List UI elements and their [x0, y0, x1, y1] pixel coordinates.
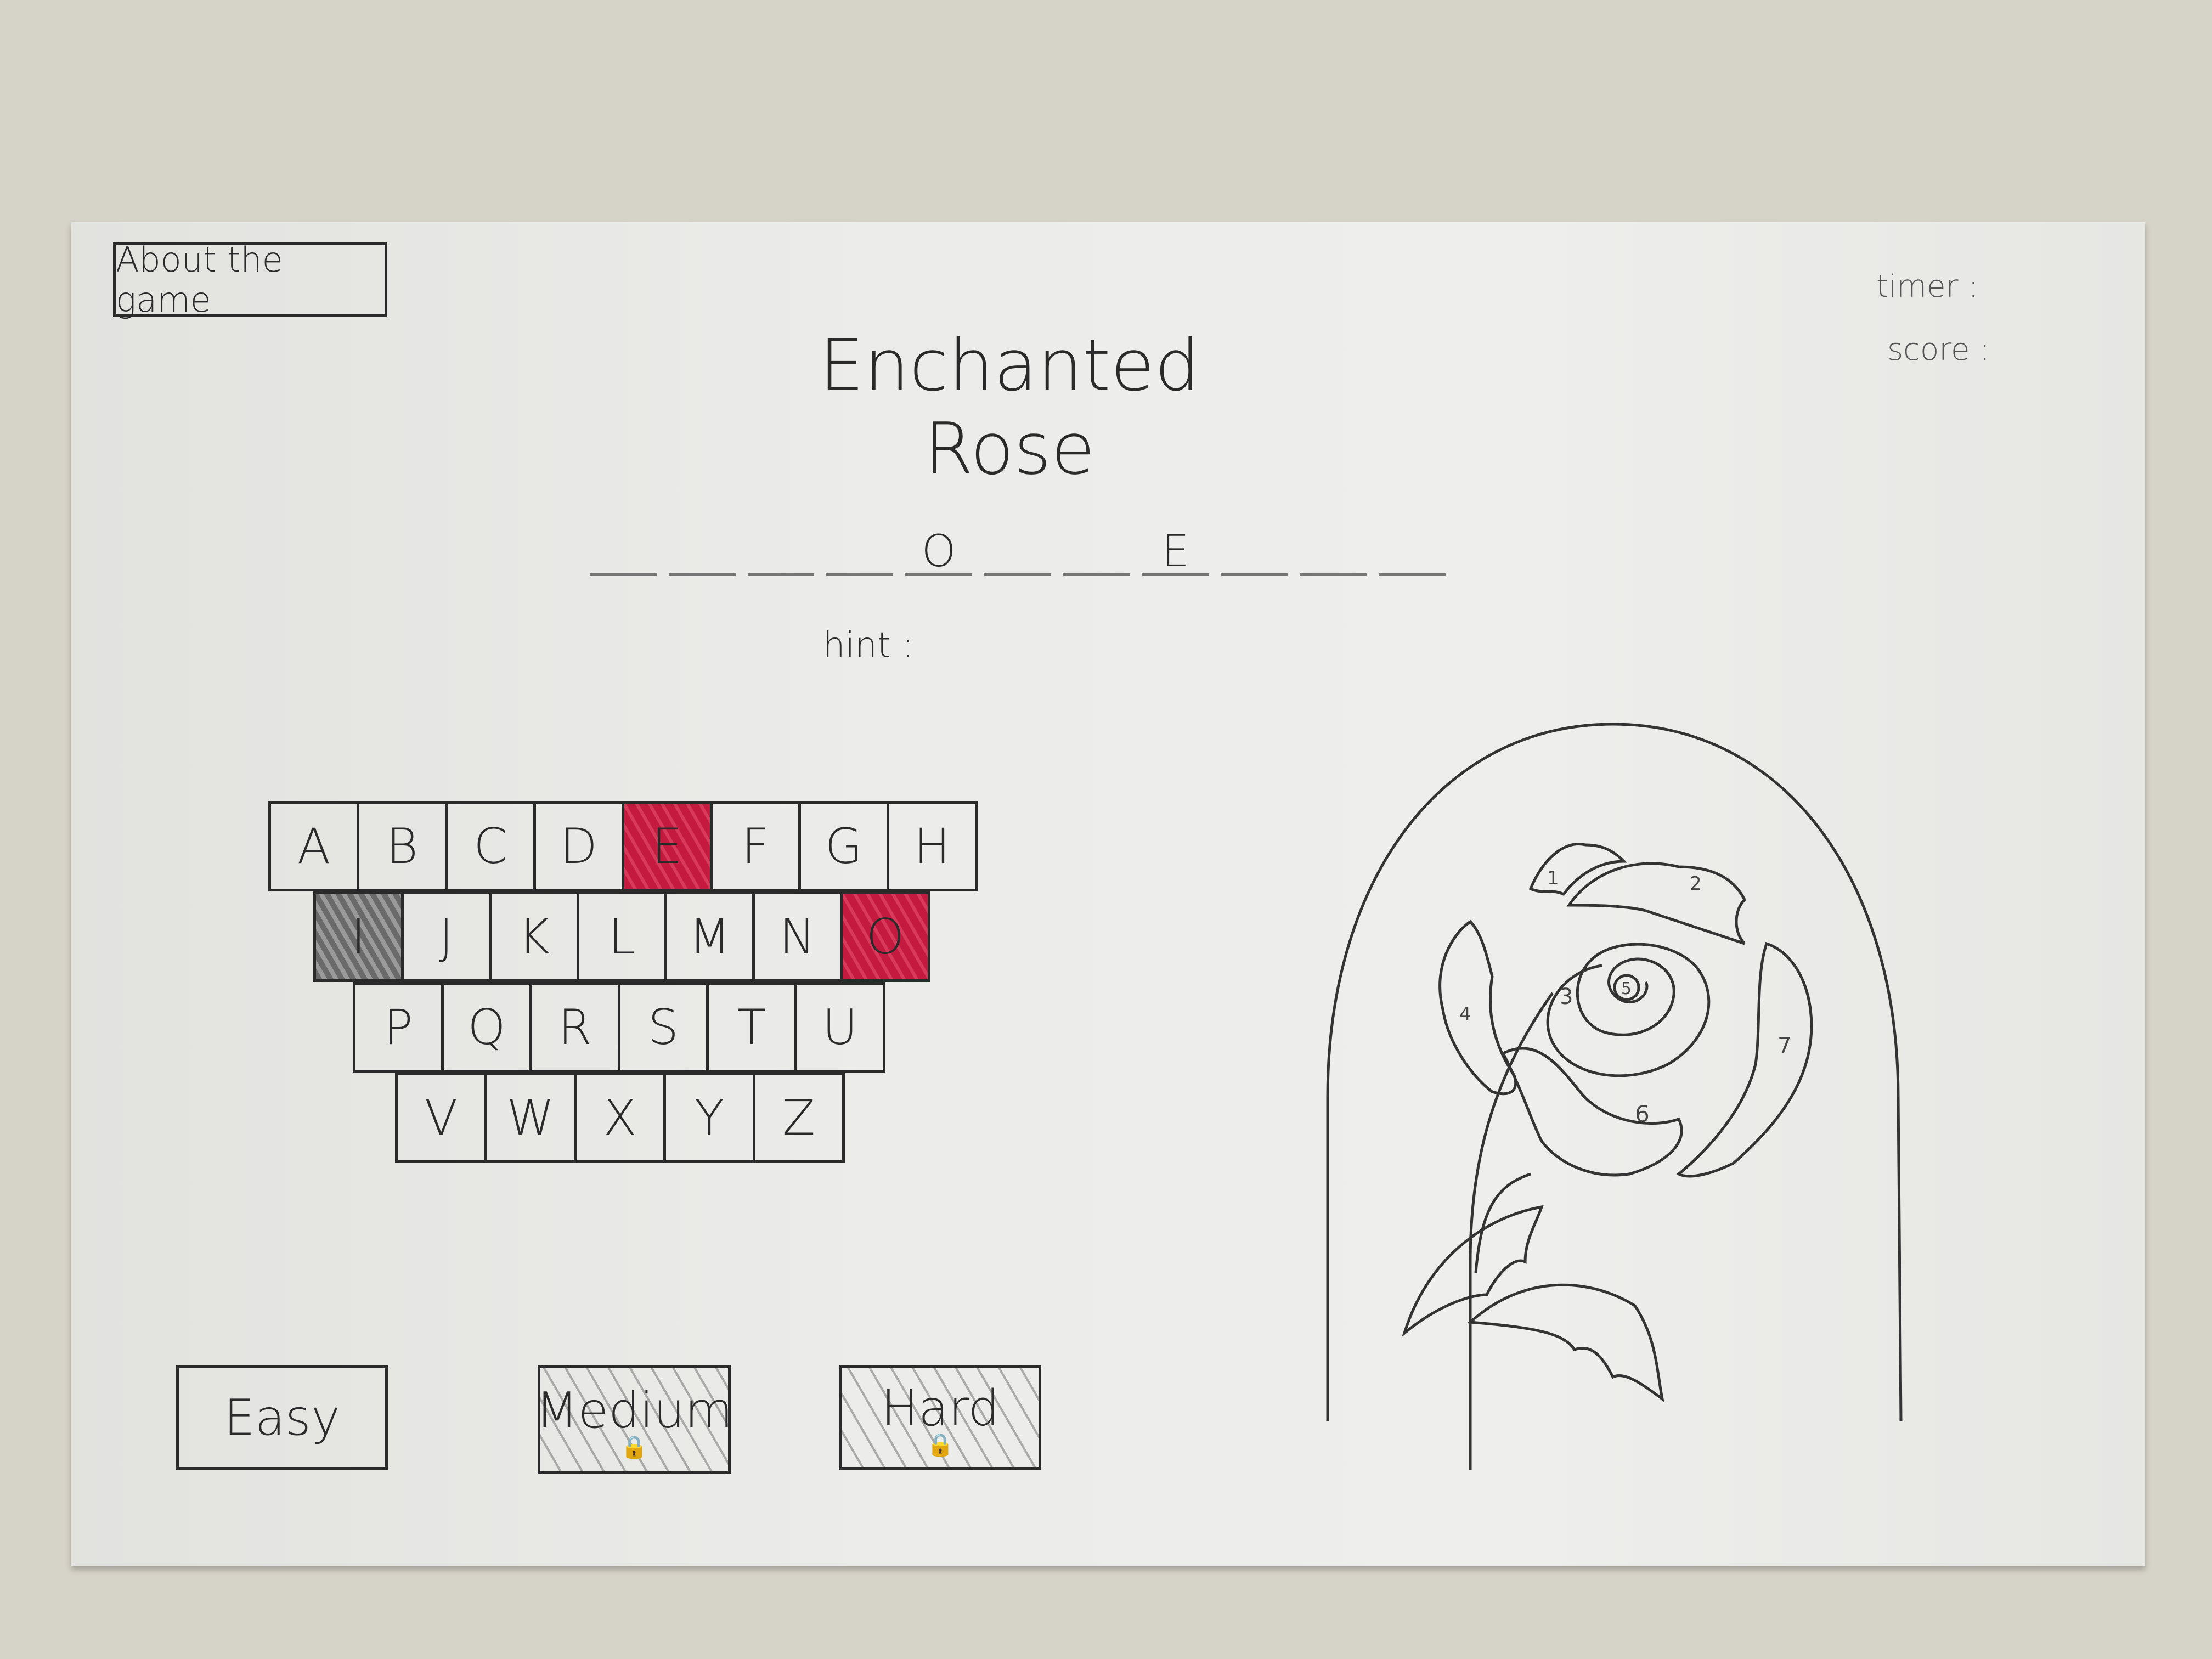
rose-illustration: 1 2 3 4 5 6 7	[1326, 723, 1903, 1470]
letter-slot	[668, 527, 736, 576]
score-label: score :	[1887, 332, 1990, 368]
key-w[interactable]: W	[484, 1073, 577, 1163]
key-m[interactable]: M	[664, 891, 755, 982]
key-h[interactable]: H	[887, 801, 978, 891]
key-s[interactable]: S	[618, 982, 709, 1073]
game-title: Enchanted Rose	[819, 324, 1200, 490]
hard-level-button[interactable]: Hard 🔒	[839, 1365, 1041, 1470]
level-label: Easy	[223, 1389, 341, 1447]
leaf-left	[1402, 1205, 1544, 1338]
key-c[interactable]: C	[445, 801, 536, 891]
petal-1	[1528, 843, 1628, 896]
petal-number: 3	[1559, 984, 1573, 1009]
key-g[interactable]: G	[798, 801, 889, 891]
easy-level-button[interactable]: Easy	[176, 1365, 388, 1470]
petal-2	[1566, 862, 1747, 945]
key-v[interactable]: V	[395, 1073, 487, 1163]
petal-number: 2	[1690, 873, 1702, 895]
petal-number: 4	[1459, 1003, 1471, 1025]
petal-6	[1501, 1047, 1683, 1177]
key-z[interactable]: Z	[753, 1073, 845, 1163]
key-i[interactable]: I	[313, 891, 404, 982]
letter-slot: E	[1142, 527, 1209, 576]
letter-slot	[984, 527, 1051, 576]
key-k[interactable]: K	[489, 891, 579, 982]
petal-number: 6	[1635, 1101, 1650, 1127]
letter-slot	[1063, 527, 1130, 576]
key-x[interactable]: X	[574, 1073, 666, 1163]
key-t[interactable]: T	[706, 982, 797, 1073]
letter-slot: O	[905, 527, 973, 576]
key-p[interactable]: P	[353, 982, 444, 1073]
key-d[interactable]: D	[533, 801, 624, 891]
key-o[interactable]: O	[840, 891, 930, 982]
leaf-right	[1467, 1283, 1664, 1402]
key-u[interactable]: U	[794, 982, 885, 1073]
petal-number: 1	[1547, 867, 1559, 889]
word-blanks: OE	[590, 527, 1446, 576]
key-n[interactable]: N	[752, 891, 843, 982]
rose-stem	[1469, 992, 1554, 1470]
petal-7	[1676, 941, 1813, 1178]
key-y[interactable]: Y	[663, 1073, 755, 1163]
letter-slot	[1379, 527, 1446, 576]
letter-slot	[747, 527, 815, 576]
key-l[interactable]: L	[577, 891, 667, 982]
letter-slot	[826, 527, 894, 576]
petal-3-spiral	[1546, 943, 1711, 1077]
glass-dome	[1326, 723, 1903, 1421]
level-label: Medium	[535, 1381, 733, 1440]
key-b[interactable]: B	[357, 801, 448, 891]
about-the-game-button[interactable]: About the game	[113, 240, 387, 320]
key-a[interactable]: A	[268, 801, 359, 891]
key-q[interactable]: Q	[441, 982, 532, 1073]
lock-icon: 🔒	[927, 1432, 954, 1458]
medium-level-button[interactable]: Medium 🔒	[535, 1365, 733, 1474]
key-f[interactable]: F	[710, 801, 801, 891]
level-label: Hard	[881, 1379, 1000, 1437]
key-r[interactable]: R	[529, 982, 620, 1073]
petal-number: 7	[1778, 1034, 1791, 1059]
hint-label: hint :	[823, 625, 914, 666]
letter-slot	[590, 527, 657, 576]
lock-icon: 🔒	[620, 1434, 648, 1460]
petal-number: 5	[1621, 979, 1632, 998]
key-e[interactable]: E	[622, 801, 713, 891]
letter-slot	[1221, 527, 1288, 576]
key-j[interactable]: J	[401, 891, 492, 982]
letter-slot	[1300, 527, 1367, 576]
petal-4	[1438, 919, 1517, 1096]
timer-label: timer :	[1876, 269, 1979, 304]
